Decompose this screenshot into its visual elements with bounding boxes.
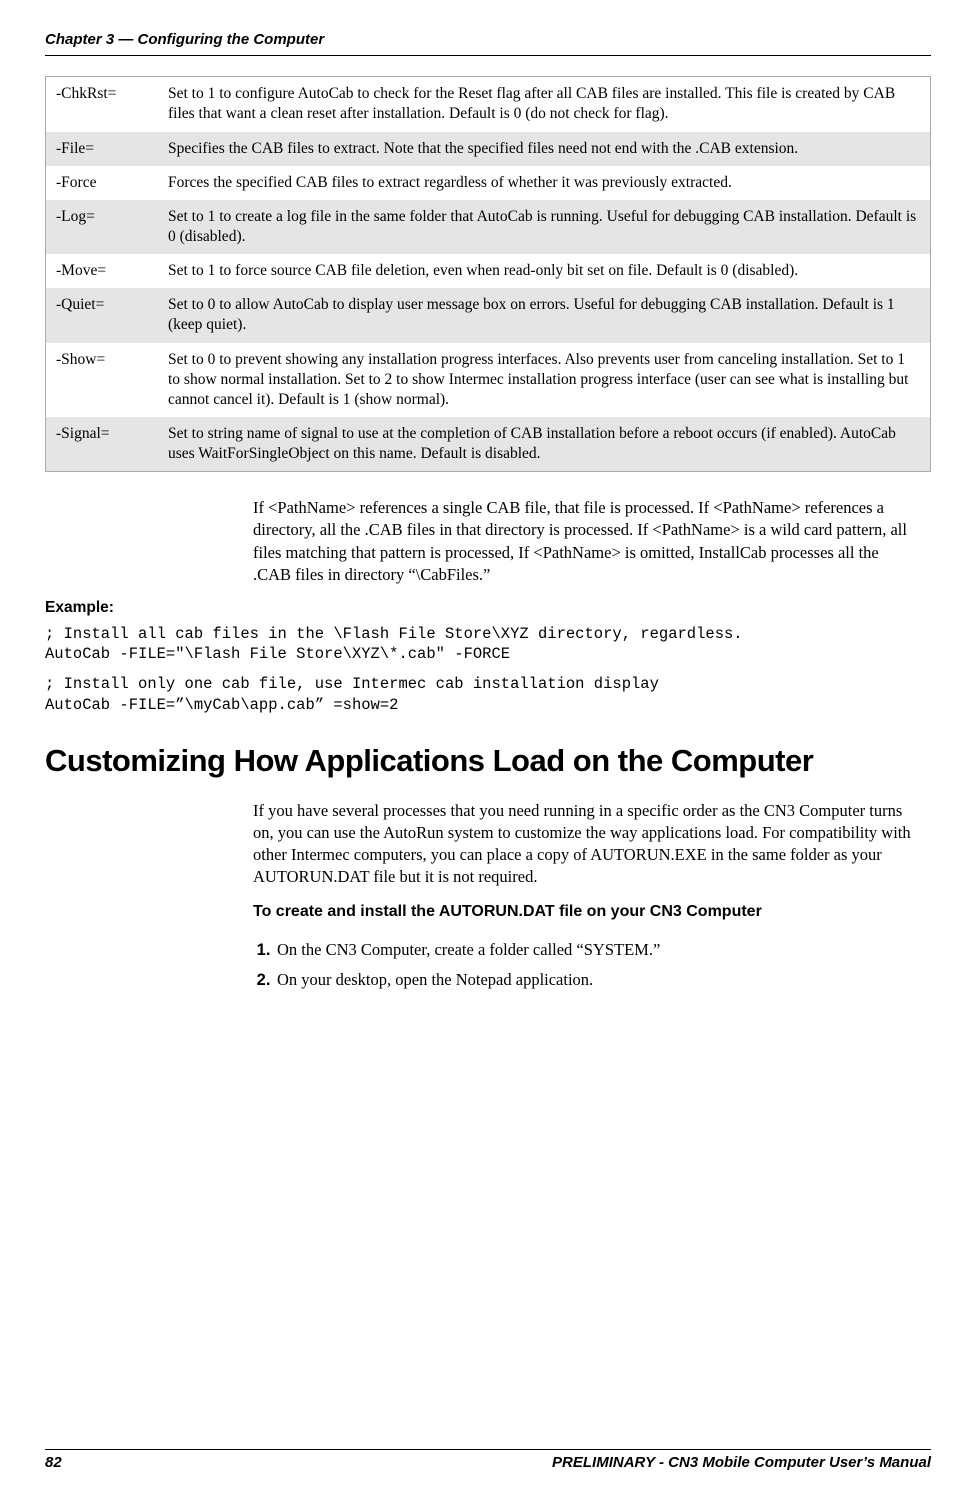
table-row: -File= Specifies the CAB files to extrac… bbox=[46, 132, 931, 166]
example-code-1: ; Install all cab files in the \Flash Fi… bbox=[45, 624, 931, 664]
param-key: -Quiet= bbox=[46, 288, 159, 342]
param-key: -Show= bbox=[46, 343, 159, 417]
table-row: -Force Forces the specified CAB files to… bbox=[46, 166, 931, 200]
param-desc: Set to string name of signal to use at t… bbox=[158, 417, 931, 472]
header-rule bbox=[45, 55, 931, 56]
example-code-2: ; Install only one cab file, use Interme… bbox=[45, 674, 931, 714]
param-desc: Forces the specified CAB files to extrac… bbox=[158, 166, 931, 200]
param-key: -ChkRst= bbox=[46, 77, 159, 132]
table-row: -ChkRst= Set to 1 to configure AutoCab t… bbox=[46, 77, 931, 132]
param-desc: Set to 1 to force source CAB file deleti… bbox=[158, 254, 931, 288]
param-desc: Set to 1 to configure AutoCab to check f… bbox=[158, 77, 931, 132]
chapter-header: Chapter 3 — Configuring the Computer bbox=[45, 30, 931, 50]
table-row: -Signal= Set to string name of signal to… bbox=[46, 417, 931, 472]
page-footer: 82 PRELIMINARY - CN3 Mobile Computer Use… bbox=[45, 1441, 931, 1473]
param-desc: Set to 0 to prevent showing any installa… bbox=[158, 343, 931, 417]
example-label: Example: bbox=[45, 598, 931, 619]
param-desc: Set to 0 to allow AutoCab to display use… bbox=[158, 288, 931, 342]
param-key: -Signal= bbox=[46, 417, 159, 472]
param-desc: Specifies the CAB files to extract. Note… bbox=[158, 132, 931, 166]
parameters-table: -ChkRst= Set to 1 to configure AutoCab t… bbox=[45, 76, 931, 472]
param-key: -File= bbox=[46, 132, 159, 166]
procedure-steps: On the CN3 Computer, create a folder cal… bbox=[253, 939, 931, 992]
table-row: -Log= Set to 1 to create a log file in t… bbox=[46, 200, 931, 254]
section-heading: Customizing How Applications Load on the… bbox=[45, 740, 931, 782]
param-key: -Force bbox=[46, 166, 159, 200]
footer-rule bbox=[45, 1449, 931, 1450]
table-row: -Move= Set to 1 to force source CAB file… bbox=[46, 254, 931, 288]
step-item: On your desktop, open the Notepad applic… bbox=[275, 969, 931, 991]
doc-title: PRELIMINARY - CN3 Mobile Computer User’s… bbox=[552, 1453, 931, 1473]
section-intro-paragraph: If you have several processes that you n… bbox=[253, 800, 911, 889]
table-row: -Show= Set to 0 to prevent showing any i… bbox=[46, 343, 931, 417]
page-number: 82 bbox=[45, 1453, 62, 1473]
pathname-paragraph: If <PathName> references a single CAB fi… bbox=[253, 497, 911, 586]
procedure-heading: To create and install the AUTORUN.DAT fi… bbox=[253, 901, 931, 923]
step-item: On the CN3 Computer, create a folder cal… bbox=[275, 939, 931, 961]
param-key: -Log= bbox=[46, 200, 159, 254]
param-key: -Move= bbox=[46, 254, 159, 288]
table-row: -Quiet= Set to 0 to allow AutoCab to dis… bbox=[46, 288, 931, 342]
param-desc: Set to 1 to create a log file in the sam… bbox=[158, 200, 931, 254]
